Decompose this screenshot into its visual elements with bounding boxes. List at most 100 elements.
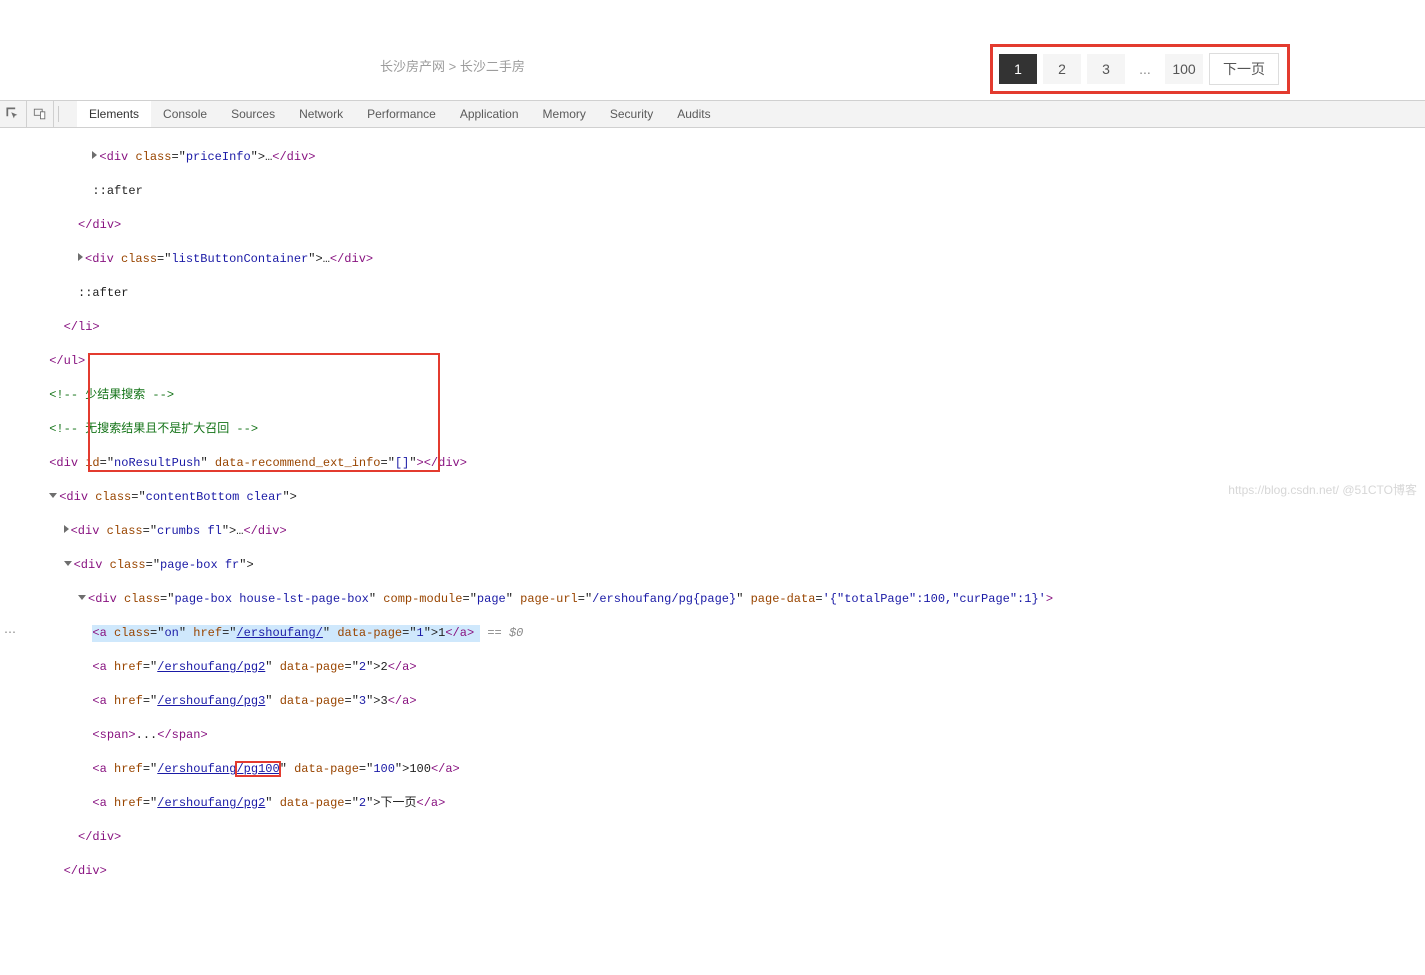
code-token: </a> [417, 796, 446, 810]
gutter-dots-icon: ⋯ [4, 625, 16, 642]
tab-elements[interactable]: Elements [77, 101, 151, 127]
code-link[interactable]: /ershoufang/pg2 [157, 796, 265, 810]
code-token: "> [308, 252, 322, 266]
code-token: <a [92, 796, 114, 810]
breadcrumb-home[interactable]: 长沙房产网 [380, 59, 445, 74]
code-token: <div [88, 592, 124, 606]
code-token: "> [239, 558, 253, 572]
breadcrumb-sep: > [449, 59, 457, 74]
code-token: contentBottom clear [146, 490, 283, 504]
inspect-element-icon[interactable] [0, 101, 27, 127]
code-link[interactable]: /ershoufang/pg3 [157, 694, 265, 708]
code-token: data-page [280, 796, 345, 810]
code-token: </div> [330, 252, 373, 266]
page-1-button[interactable]: 1 [999, 54, 1037, 84]
code-token: href [114, 660, 143, 674]
elements-tree[interactable]: <div class="priceInfo">…</div> ::after <… [0, 128, 1425, 975]
code-token: data-recommend_ext_info [215, 456, 381, 470]
code-token: '{"totalPage":100,"curPage":1}' [823, 592, 1046, 606]
code-comment: <!-- 无搜索结果且不是扩大召回 --> [49, 422, 258, 436]
tab-network[interactable]: Network [287, 101, 355, 127]
code-token: <span> [92, 728, 135, 742]
code-token: href [114, 762, 143, 776]
code-token: <a [92, 660, 114, 674]
page-next-button[interactable]: 下一页 [1209, 53, 1279, 85]
code-token: listButtonContainer [171, 252, 308, 266]
code-token: ::after [78, 286, 128, 300]
code-token: <div [49, 456, 85, 470]
code-token: =" [171, 150, 185, 164]
code-text: 3 [381, 694, 388, 708]
code-token: comp-module [383, 592, 462, 606]
code-token: "> [282, 490, 296, 504]
code-token: class [124, 592, 160, 606]
code-text: 下一页 [381, 796, 417, 810]
code-token: … [236, 524, 243, 538]
tab-audits[interactable]: Audits [665, 101, 722, 127]
code-token: 2 [359, 660, 366, 674]
code-token: <div [74, 558, 110, 572]
code-token: noResultPush [114, 456, 200, 470]
code-token: </a> [445, 626, 474, 640]
code-token: on [164, 626, 178, 640]
breadcrumb: 长沙房产网 > 长沙二手房 [380, 56, 525, 75]
code-text: ... [136, 728, 158, 742]
code-token: class [135, 150, 171, 164]
code-token: > [1046, 592, 1053, 606]
code-token: page [477, 592, 506, 606]
code-token: data-page [294, 762, 359, 776]
code-token: <div [59, 490, 95, 504]
code-token: href [114, 694, 143, 708]
code-token: </div> [78, 830, 121, 844]
tab-security[interactable]: Security [598, 101, 665, 127]
selected-node[interactable]: <a class="on" href="/ershoufang/" data-p… [92, 625, 480, 642]
code-text: 1 [438, 626, 445, 640]
code-token: "> [222, 524, 236, 538]
code-token: data-page [337, 626, 402, 640]
page-ellipsis: ... [1131, 54, 1159, 84]
code-token: </a> [431, 762, 460, 776]
code-token: page-url [520, 592, 578, 606]
code-token: 1 [417, 626, 424, 640]
tab-console[interactable]: Console [151, 101, 219, 127]
code-token: =" [157, 252, 171, 266]
tab-memory[interactable]: Memory [531, 101, 598, 127]
tab-sources[interactable]: Sources [219, 101, 287, 127]
code-token: </span> [157, 728, 207, 742]
code-token: page-box house-lst-page-box [174, 592, 368, 606]
tab-performance[interactable]: Performance [355, 101, 448, 127]
code-token: [] [395, 456, 409, 470]
code-text: 2 [381, 660, 388, 674]
page-2-button[interactable]: 2 [1043, 54, 1081, 84]
code-token: 100 [373, 762, 395, 776]
code-token: page-data [751, 592, 816, 606]
code-token: data-page [280, 694, 345, 708]
code-token: <a [92, 694, 114, 708]
code-token: </div> [64, 864, 107, 878]
code-link[interactable]: /ershoufang [157, 762, 236, 776]
pagination-highlight-box: 1 2 3 ... 100 下一页 [990, 44, 1290, 94]
page-3-button[interactable]: 3 [1087, 54, 1125, 84]
devtools-toolbar: Elements Console Sources Network Perform… [0, 101, 1425, 128]
code-link[interactable]: /ershoufang/pg2 [157, 660, 265, 674]
tab-application[interactable]: Application [448, 101, 531, 127]
code-link[interactable]: /ershoufang/ [236, 626, 322, 640]
code-comment: <!-- 少结果搜索 --> [49, 388, 174, 402]
code-token: <div [71, 524, 107, 538]
devtools-tabs: Elements Console Sources Network Perform… [63, 101, 723, 127]
breadcrumb-current: 长沙二手房 [460, 59, 525, 74]
code-token: 2 [359, 796, 366, 810]
code-token: priceInfo [186, 150, 251, 164]
code-token: </div> [243, 524, 286, 538]
toggle-device-icon[interactable] [27, 101, 54, 127]
code-token: class [107, 524, 143, 538]
code-token: /ershoufang/pg{page} [592, 592, 736, 606]
code-token: page-box fr [160, 558, 239, 572]
code-token: </li> [64, 320, 100, 334]
code-link-highlighted[interactable]: /pg100 [236, 762, 279, 776]
code-token: … [323, 252, 330, 266]
code-token: <div [85, 252, 121, 266]
code-token: 3 [359, 694, 366, 708]
page-100-button[interactable]: 100 [1165, 54, 1203, 84]
code-token: </a> [388, 660, 417, 674]
